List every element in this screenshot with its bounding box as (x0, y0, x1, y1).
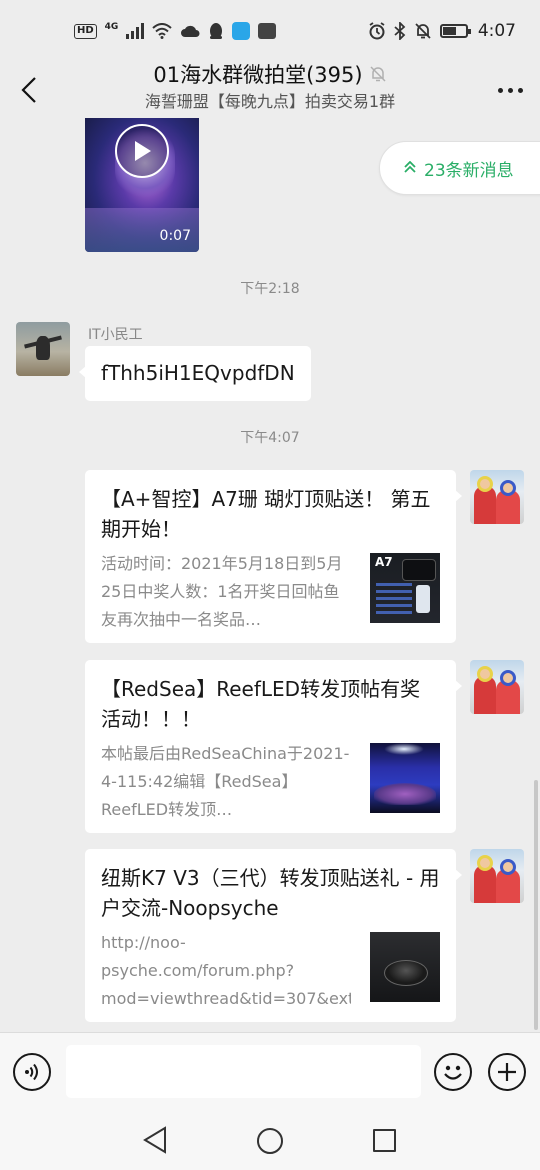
wifi-icon (152, 22, 172, 40)
bluetooth-icon (394, 22, 406, 40)
chat-subtitle: 海誓珊盟【每晚九点】拍卖交易1群 (144, 92, 396, 111)
chat-message-list[interactable]: 0:07 23条新消息 下午2:18 IT小民工 fThh5iH1EQvpdfD… (0, 118, 540, 1032)
more-functions-button[interactable] (488, 1053, 526, 1091)
app-notification-icon (232, 22, 251, 40)
voice-icon (25, 1063, 38, 1081)
plus-icon (498, 1063, 516, 1081)
scrollbar[interactable] (534, 780, 538, 1030)
link-card-title: 【RedSea】ReefLED转发顶帖有奖活动！！！ (101, 677, 421, 731)
link-card[interactable]: 【A+智控】A7珊 瑚灯顶贴送！ 第五期开始！ 活动时间：2021年5月18日到… (85, 470, 462, 643)
more-button[interactable] (494, 76, 526, 104)
thumbnail-text: A7 (375, 555, 393, 569)
text-message-bubble[interactable]: fThh5iH1EQvpdfDN (79, 346, 311, 401)
emoji-button[interactable] (434, 1053, 472, 1091)
system-navigation-bar (0, 1114, 540, 1170)
avatar[interactable] (470, 849, 524, 903)
time-divider: 下午4:07 (240, 430, 300, 446)
sender-name: IT小民工 (88, 327, 143, 343)
back-triangle-icon[interactable] (142, 1126, 168, 1154)
play-icon[interactable] (115, 124, 169, 178)
link-card-description: http://noo-psyche.com/forum.php?mod=view… (101, 933, 351, 1008)
chat-title: 01海水群微拍堂(395) (153, 63, 363, 87)
link-card-thumbnail (370, 932, 440, 1002)
home-circle-icon[interactable] (257, 1128, 283, 1154)
double-chevron-up-icon (404, 158, 416, 178)
bell-off-icon (369, 65, 387, 87)
signal-icon (126, 22, 145, 40)
battery-icon (439, 22, 471, 40)
link-card-description: 本帖最后由RedSeaChina于2021-4-115:42编辑【RedSea】… (101, 744, 350, 819)
link-card-title: 纽斯K7 V3（三代）转发顶贴送礼 - 用户交流-Noopsyche (101, 866, 440, 920)
avatar[interactable] (470, 470, 524, 524)
bell-off-status-icon (414, 22, 432, 40)
status-left-icons: HD 4G (74, 22, 277, 40)
back-arrow-icon (21, 77, 36, 103)
link-card-thumbnail (370, 743, 440, 813)
video-message[interactable]: 0:07 (85, 118, 199, 252)
input-bar (0, 1032, 540, 1114)
voice-button[interactable] (13, 1053, 51, 1091)
message-input[interactable] (66, 1045, 421, 1098)
app-notification-icon-2 (258, 23, 277, 39)
hd-icon: HD (74, 23, 97, 39)
network-type-label: 4G (104, 22, 119, 32)
status-right-icons: 4:07 (368, 21, 516, 41)
link-card-thumbnail: A7 (370, 553, 440, 623)
link-card[interactable]: 【RedSea】ReefLED转发顶帖有奖活动！！！ 本帖最后由RedSeaCh… (85, 660, 462, 833)
status-time: 4:07 (477, 21, 516, 41)
qq-penguin-icon (208, 22, 224, 40)
chat-title-block: 01海水群微拍堂(395) 海誓珊盟【每晚九点】拍卖交易1群 (60, 62, 480, 114)
chat-header: 01海水群微拍堂(395) 海誓珊盟【每晚九点】拍卖交易1群 (0, 62, 540, 118)
video-duration: 0:07 (159, 228, 191, 244)
avatar[interactable] (16, 322, 70, 376)
link-card-title: 【A+智控】A7珊 瑚灯顶贴送！ 第五期开始！ (101, 487, 431, 541)
new-messages-button[interactable]: 23条新消息 (379, 141, 540, 195)
back-button[interactable] (12, 70, 46, 110)
link-card-description: 活动时间：2021年5月18日到5月25日中奖人数：1名开奖日回帖鱼友再次抽中一… (101, 554, 343, 629)
avatar[interactable] (470, 660, 524, 714)
link-card[interactable]: 纽斯K7 V3（三代）转发顶贴送礼 - 用户交流-Noopsyche http:… (85, 849, 462, 1022)
time-divider: 下午2:18 (240, 281, 300, 297)
cloud-icon (180, 22, 200, 40)
alarm-icon (368, 22, 386, 40)
status-bar: HD 4G 4:07 (0, 0, 540, 62)
recent-square-icon[interactable] (373, 1129, 396, 1152)
new-messages-label: 23条新消息 (424, 160, 514, 181)
emoji-icon (444, 1065, 462, 1080)
more-dots-icon (497, 87, 523, 93)
